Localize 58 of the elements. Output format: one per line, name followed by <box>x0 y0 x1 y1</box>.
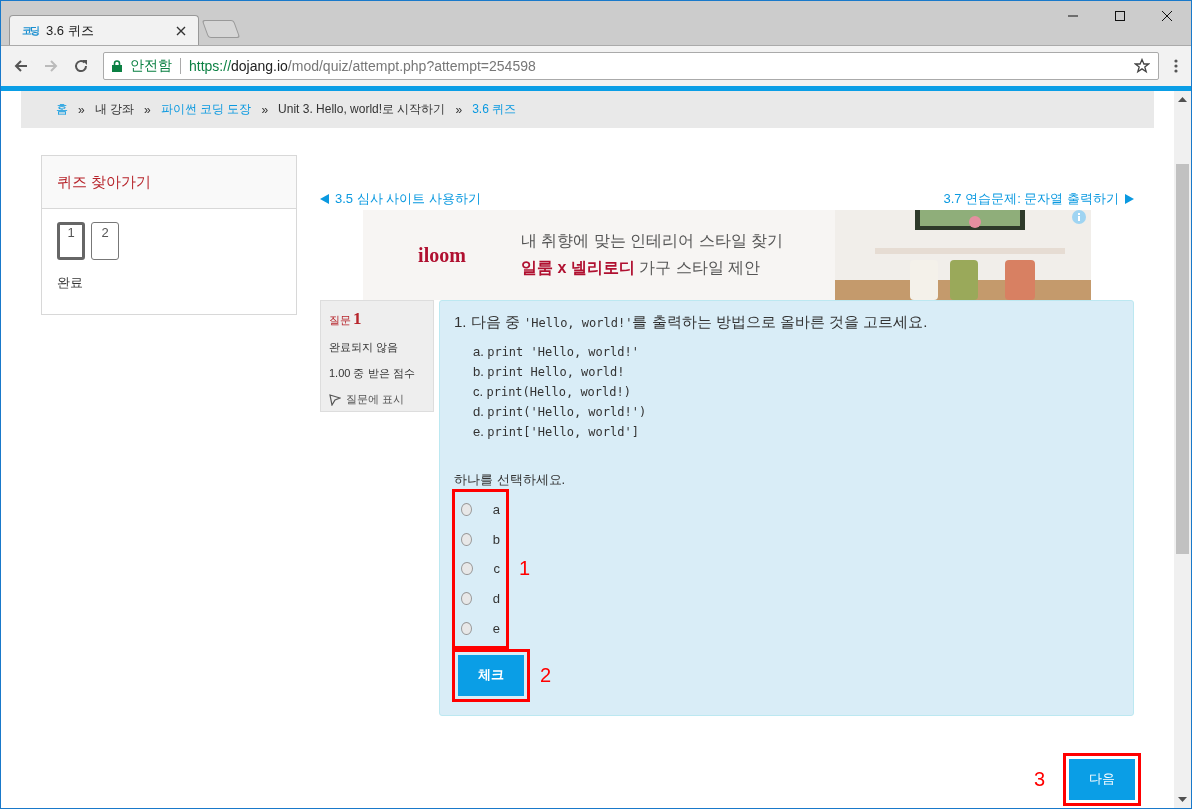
radio-button[interactable] <box>461 562 473 576</box>
advertisement-banner[interactable]: iloom 내 취향에 맞는 인테리어 스타일 찾기 일룸 x 넬리로디 가구 스타일 제안 <box>363 210 1091 300</box>
annotation-number: 2 <box>540 663 552 687</box>
panel-title: 퀴즈 찾아가기 <box>57 172 152 192</box>
answer-choice[interactable]: e <box>461 613 500 643</box>
ad-headline: 내 취향에 맞는 인테리어 스타일 찾기 <box>521 231 785 251</box>
browser-tab[interactable]: 코딩 3.6 퀴즈 <box>9 15 199 45</box>
site-favicon: 코딩 <box>22 23 38 38</box>
url-text: https://dojang.io/mod/quiz/attempt.php?attempt=254598 <box>189 58 537 74</box>
answer-choice[interactable]: d <box>461 583 500 614</box>
menu-icon[interactable] <box>1173 58 1179 74</box>
option-text: e. print['Hello, world'] <box>473 424 640 439</box>
breadcrumb-separator: » <box>144 102 151 117</box>
breadcrumb-separator: » <box>455 102 463 117</box>
prompt-text: 하나를 선택하세요. <box>454 471 567 489</box>
ad-brand: iloom <box>417 243 467 267</box>
forward-arrow-icon[interactable] <box>43 58 59 74</box>
scroll-up-icon[interactable] <box>1178 97 1187 102</box>
tab-title: 3.6 퀴즈 <box>46 21 95 40</box>
question-grade: 1.00 중 받은 점수 <box>329 366 416 381</box>
answer-choice[interactable]: b <box>461 524 500 555</box>
option-text: b. print Hello, world! <box>473 364 626 379</box>
reload-icon[interactable] <box>73 58 89 74</box>
close-icon[interactable] <box>1161 10 1173 22</box>
star-icon[interactable] <box>1134 58 1150 74</box>
new-tab-button[interactable] <box>201 20 241 38</box>
question-nav-button[interactable]: 2 <box>91 222 119 260</box>
question-number: 질문 1 <box>329 309 363 329</box>
option-text: d. print('Hello, world!') <box>473 404 648 419</box>
scroll-down-icon[interactable] <box>1178 797 1187 802</box>
address-bar[interactable]: 안전함 https://dojang.io/mod/quiz/attempt.php?attempt=254598 <box>103 52 1159 80</box>
radio-button[interactable] <box>461 532 472 546</box>
question-status: 완료되지 않음 <box>329 340 400 355</box>
back-arrow-icon[interactable] <box>13 58 29 74</box>
flag-question-link[interactable]: 질문에 표시 <box>329 392 425 407</box>
flag-icon <box>329 393 341 406</box>
security-label: 안전함 <box>130 57 172 75</box>
option-text: c. print(Hello, world!) <box>473 384 632 399</box>
maximize-icon[interactable] <box>1114 10 1126 22</box>
close-icon[interactable] <box>176 25 186 36</box>
breadcrumb-separator: » <box>261 102 269 117</box>
option-text: a. print 'Hello, world!' <box>473 344 640 359</box>
ad-subline: 일룸 x 넬리로디 가구 스타일 제안 <box>521 258 762 278</box>
breadcrumb-separator: » <box>78 102 85 117</box>
radio-button[interactable] <box>461 592 472 606</box>
question-nav-button[interactable]: 1 <box>57 222 85 260</box>
lock-icon <box>112 60 122 72</box>
annotation-number: 1 <box>519 557 531 581</box>
radio-button[interactable] <box>461 621 472 635</box>
answer-choice[interactable]: c <box>461 554 500 584</box>
radio-button[interactable] <box>461 503 472 517</box>
left-triangle-icon <box>320 194 329 204</box>
scrollbar[interactable] <box>1174 91 1191 808</box>
annotation-number: 3 <box>1033 767 1045 791</box>
question-text: 1. 다음 중 'Hello, world!'를 출력하는 방법으로 올바른 것을 고르세요. <box>454 313 929 332</box>
right-triangle-icon <box>1125 194 1134 204</box>
finish-link[interactable]: 완료 <box>57 274 281 292</box>
answer-choice[interactable]: a <box>461 495 500 525</box>
